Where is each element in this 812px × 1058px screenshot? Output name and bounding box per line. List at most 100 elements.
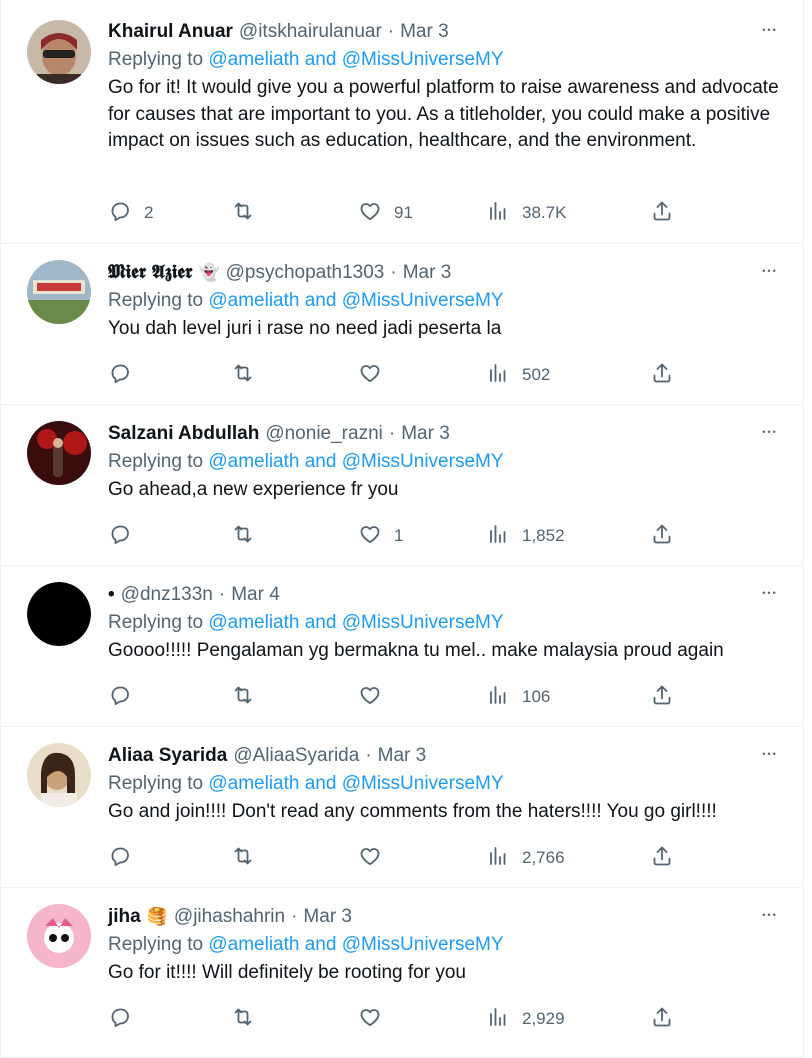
share-button[interactable] bbox=[650, 1004, 674, 1034]
share-button[interactable] bbox=[650, 682, 674, 712]
mention-link[interactable]: @ameliath and @MissUniverseMY bbox=[208, 49, 503, 70]
share-button[interactable] bbox=[650, 198, 674, 228]
separator-dot: · bbox=[365, 745, 372, 766]
views-button[interactable]: 1,852 bbox=[486, 521, 565, 551]
heart-icon bbox=[358, 522, 382, 551]
views-button[interactable]: 502 bbox=[486, 360, 550, 390]
reply-tweet[interactable]: Aliaa Syarida @AliaaSyarida · Mar 3 Repl… bbox=[1, 727, 803, 888]
share-icon bbox=[650, 522, 674, 551]
bar-chart-icon bbox=[486, 844, 510, 873]
user-handle[interactable]: @itskhairulanuar bbox=[239, 21, 382, 43]
retweet-button[interactable] bbox=[231, 682, 267, 712]
mention-link[interactable]: @ameliath and @MissUniverseMY bbox=[208, 934, 503, 955]
separator-dot: · bbox=[388, 423, 396, 444]
like-button[interactable]: 1 bbox=[358, 521, 403, 551]
display-name[interactable]: jiha bbox=[108, 906, 141, 928]
avatar[interactable] bbox=[27, 421, 91, 485]
reply-icon bbox=[108, 683, 132, 712]
tweet-date[interactable]: Mar 3 bbox=[400, 21, 449, 43]
retweet-button[interactable] bbox=[231, 521, 267, 551]
share-button[interactable] bbox=[650, 360, 674, 390]
views-button[interactable]: 2,929 bbox=[486, 1004, 565, 1034]
tweet-date[interactable]: Mar 3 bbox=[303, 906, 352, 928]
display-name[interactable]: Khairul Anuar bbox=[108, 21, 233, 43]
user-handle[interactable]: @nonie_razni bbox=[265, 423, 383, 445]
replying-to-label: Replying to bbox=[108, 612, 204, 633]
tweet-header: Khairul Anuar @itskhairulanuar · Mar 3 bbox=[108, 19, 783, 45]
more-options-icon[interactable] bbox=[757, 904, 783, 926]
name-emoji: 👻 bbox=[198, 263, 220, 282]
mention-link[interactable]: @ameliath and @MissUniverseMY bbox=[208, 612, 503, 633]
avatar[interactable] bbox=[27, 582, 91, 646]
reply-button[interactable] bbox=[108, 1004, 144, 1034]
reply-button[interactable] bbox=[108, 360, 144, 390]
display-name[interactable]: 𝕸𝖎𝖊𝖗 𝕬𝖟𝖎𝖊𝖗 bbox=[108, 262, 192, 284]
reply-button[interactable] bbox=[108, 521, 144, 551]
retweet-button[interactable] bbox=[231, 198, 267, 228]
tweet-content: Khairul Anuar @itskhairulanuar · Mar 3 R… bbox=[108, 19, 783, 155]
separator-dot: · bbox=[291, 906, 298, 927]
tweet-text: Go ahead,a new experience fr you bbox=[108, 479, 399, 500]
display-name[interactable]: • bbox=[108, 584, 115, 606]
reply-tweet[interactable]: 𝕸𝖎𝖊𝖗 𝕬𝖟𝖎𝖊𝖗 👻 @psychopath1303 · Mar 3 Rep… bbox=[1, 244, 803, 405]
user-handle[interactable]: @jihashahrin bbox=[174, 906, 285, 928]
tweet-text: Go for it!!!! Will definitely be rooting… bbox=[108, 962, 466, 983]
retweet-button[interactable] bbox=[231, 843, 267, 873]
bar-chart-icon bbox=[486, 683, 510, 712]
reply-button[interactable] bbox=[108, 843, 144, 873]
like-button[interactable]: 91 bbox=[358, 198, 413, 228]
like-button[interactable] bbox=[358, 360, 394, 390]
user-handle[interactable]: @AliaaSyarida bbox=[233, 745, 359, 767]
separator-dot: · bbox=[218, 584, 226, 605]
tweet-date[interactable]: Mar 3 bbox=[378, 745, 427, 767]
like-button[interactable] bbox=[358, 682, 394, 712]
tweet-text: You dah level juri i rase no need jadi p… bbox=[108, 318, 502, 339]
reply-tweet[interactable]: jiha 🥞 @jihashahrin · Mar 3 Replying to … bbox=[1, 888, 803, 1058]
user-handle[interactable]: @psychopath1303 bbox=[226, 262, 385, 284]
replies-feed: Khairul Anuar @itskhairulanuar · Mar 3 R… bbox=[0, 0, 804, 1058]
heart-icon bbox=[358, 361, 382, 390]
reply-button[interactable]: 2 bbox=[108, 198, 153, 228]
reply-tweet[interactable]: Salzani Abdullah @nonie_razni · Mar 3 Re… bbox=[1, 405, 803, 566]
more-options-icon[interactable] bbox=[757, 421, 783, 443]
avatar[interactable] bbox=[27, 743, 91, 807]
reply-tweet[interactable]: • @dnz133n · Mar 4 Replying to @ameliath… bbox=[1, 566, 803, 727]
user-handle[interactable]: @dnz133n bbox=[121, 584, 213, 606]
reply-button[interactable] bbox=[108, 682, 144, 712]
separator-dot: · bbox=[390, 262, 397, 283]
replying-to: Replying to @ameliath and @MissUniverseM… bbox=[108, 286, 783, 316]
retweet-button[interactable] bbox=[231, 1004, 267, 1034]
tweet-date[interactable]: Mar 3 bbox=[401, 423, 450, 445]
mention-link[interactable]: @ameliath and @MissUniverseMY bbox=[208, 290, 503, 311]
mention-link[interactable]: @ameliath and @MissUniverseMY bbox=[208, 451, 503, 472]
retweet-icon bbox=[231, 199, 255, 228]
tweet-actions: 106 bbox=[108, 682, 688, 712]
views-button[interactable]: 106 bbox=[486, 682, 550, 712]
avatar[interactable] bbox=[27, 260, 91, 324]
like-button[interactable] bbox=[358, 843, 394, 873]
avatar[interactable] bbox=[27, 904, 91, 968]
retweet-icon bbox=[231, 522, 255, 551]
display-name[interactable]: Salzani Abdullah bbox=[108, 423, 259, 445]
more-options-icon[interactable] bbox=[757, 743, 783, 765]
share-button[interactable] bbox=[650, 843, 674, 873]
mention-link[interactable]: @ameliath and @MissUniverseMY bbox=[208, 773, 503, 794]
tweet-date[interactable]: Mar 3 bbox=[403, 262, 452, 284]
like-count: 1 bbox=[394, 526, 404, 545]
more-options-icon[interactable] bbox=[757, 260, 783, 282]
tweet-date[interactable]: Mar 4 bbox=[231, 584, 280, 606]
reply-tweet[interactable]: Khairul Anuar @itskhairulanuar · Mar 3 R… bbox=[1, 0, 803, 244]
avatar[interactable] bbox=[27, 20, 91, 84]
view-count: 38.7K bbox=[522, 203, 567, 222]
display-name[interactable]: Aliaa Syarida bbox=[108, 745, 227, 767]
more-options-icon[interactable] bbox=[757, 19, 783, 41]
share-button[interactable] bbox=[650, 521, 674, 551]
tweet-content: Salzani Abdullah @nonie_razni · Mar 3 Re… bbox=[108, 421, 783, 504]
more-options-icon[interactable] bbox=[757, 582, 783, 604]
replying-to: Replying to @ameliath and @MissUniverseM… bbox=[108, 769, 783, 799]
heart-icon bbox=[358, 1005, 382, 1034]
retweet-button[interactable] bbox=[231, 360, 267, 390]
like-button[interactable] bbox=[358, 1004, 394, 1034]
views-button[interactable]: 38.7K bbox=[486, 198, 566, 228]
views-button[interactable]: 2,766 bbox=[486, 843, 565, 873]
